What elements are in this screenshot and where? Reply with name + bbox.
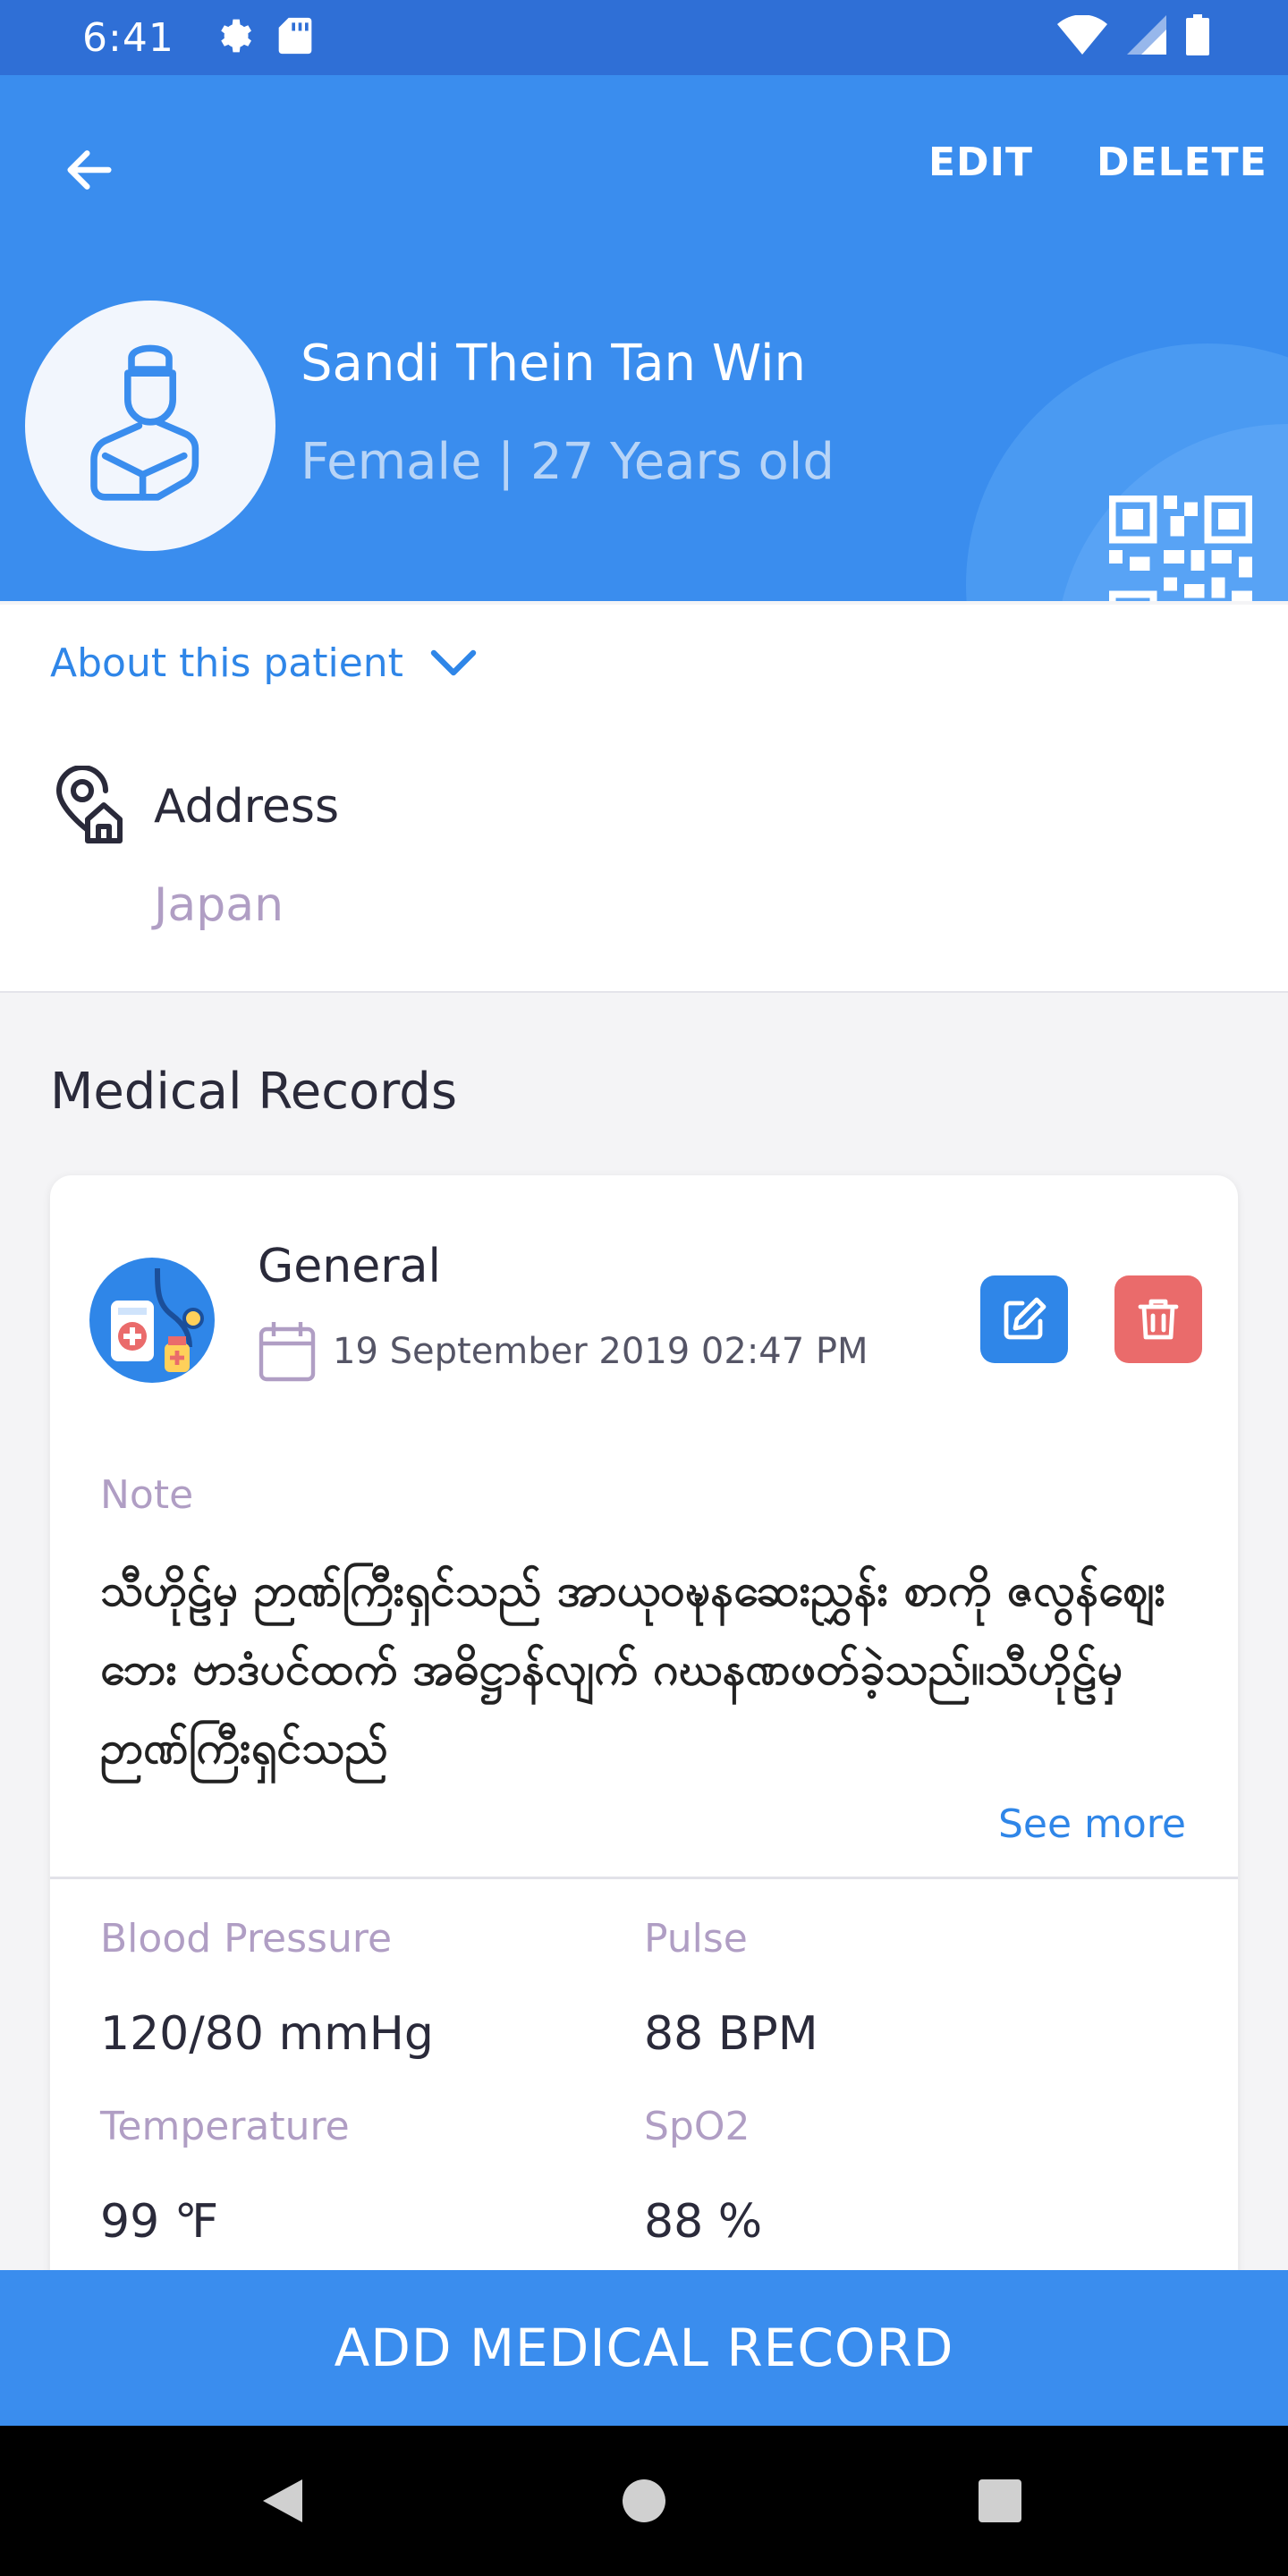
location-home-icon [56, 766, 123, 843]
back-button[interactable] [54, 134, 125, 206]
address-value: Japan [154, 878, 284, 932]
delete-button[interactable]: DELETE [1097, 140, 1267, 185]
note-label: Note [100, 1472, 194, 1518]
about-toggle[interactable]: About this patient [50, 640, 479, 686]
chevron-down-icon [430, 649, 477, 675]
nav-back-icon[interactable] [256, 2474, 309, 2528]
vital-value-spo2: 88 % [644, 2195, 763, 2249]
sd-card-icon [278, 16, 312, 59]
wifi-icon [1057, 14, 1107, 58]
battery-icon [1186, 14, 1209, 59]
status-time: 6:41 [82, 14, 174, 61]
vital-value-temperature: 99 ℉ [100, 2195, 219, 2249]
record-type: General [258, 1240, 441, 1293]
patient-info: Female | 27 Years old [301, 433, 835, 491]
qr-code-button[interactable] [1109, 496, 1252, 601]
patient-name: Sandi Thein Tan Win [301, 335, 807, 393]
settings-icon [214, 16, 253, 59]
see-more-link[interactable]: See more [998, 1801, 1186, 1847]
vital-value-blood-pressure: 120/80 mmHg [100, 2007, 434, 2061]
trash-icon [1138, 1299, 1179, 1340]
add-medical-record-button[interactable]: ADD MEDICAL RECORD [0, 2270, 1288, 2426]
signal-icon [1127, 15, 1166, 58]
avatar [25, 301, 275, 551]
about-section: About this patient Address Japan [0, 605, 1288, 993]
vital-value-pulse: 88 BPM [644, 2007, 818, 2061]
about-toggle-label: About this patient [50, 640, 403, 686]
vital-label-pulse: Pulse [644, 1916, 748, 1962]
medical-kit-icon [89, 1258, 215, 1383]
medical-record-card[interactable]: General 19 September 2019 02:47 PM Note … [50, 1175, 1238, 2338]
address-label: Address [154, 780, 340, 834]
record-date: 19 September 2019 02:47 PM [258, 1320, 869, 1383]
divider [50, 1877, 1238, 1879]
patient-header: EDIT DELETE Sandi Thein Tan Win Female |… [0, 75, 1288, 601]
arrow-left-icon [67, 150, 112, 190]
delete-record-button[interactable] [1114, 1275, 1202, 1363]
medical-records-title: Medical Records [50, 1063, 457, 1121]
status-bar: 6:41 [0, 0, 1288, 75]
record-date-text: 19 September 2019 02:47 PM [333, 1331, 869, 1372]
female-patient-icon [90, 344, 199, 501]
nav-recents-icon[interactable] [973, 2474, 1027, 2528]
edit-record-button[interactable] [980, 1275, 1068, 1363]
edit-icon [1004, 1297, 1046, 1340]
vital-label-temperature: Temperature [100, 2104, 350, 2149]
calendar-icon [258, 1322, 316, 1382]
vital-label-blood-pressure: Blood Pressure [100, 1916, 393, 1962]
system-nav-bar [0, 2426, 1288, 2576]
nav-home-icon[interactable] [617, 2474, 671, 2528]
edit-button[interactable]: EDIT [928, 140, 1033, 185]
vital-label-spo2: SpO2 [644, 2104, 750, 2149]
qr-code-icon [1109, 496, 1252, 601]
note-text: သီဟိုဠ်မှ ဉာဏ်ကြီးရှင်သည် အာယုဝဍ္ဎနဆေးညွ… [100, 1564, 1166, 1774]
